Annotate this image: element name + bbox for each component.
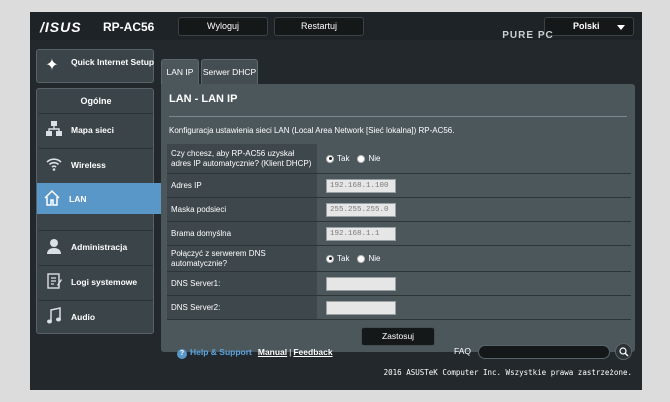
radio-dot — [357, 254, 366, 263]
copyright: 2016 ASUSTeK Computer Inc. Wszystkie pra… — [383, 368, 632, 377]
model-name: RP-AC56 — [103, 20, 155, 34]
wifi-icon — [45, 155, 63, 173]
dns2-input[interactable] — [326, 300, 396, 315]
title-divider — [169, 116, 627, 117]
footer-links: ? Help & Support Manual | Feedback — [177, 347, 333, 359]
language-value: Polski — [573, 21, 600, 31]
help-support-link[interactable]: Help & Support — [190, 347, 252, 357]
field-value — [317, 296, 631, 319]
radio-label: Tak — [337, 154, 350, 163]
form-row-gateway: Brama domyślna 192.168.1.1 — [167, 222, 631, 246]
radio-label: Tak — [337, 254, 350, 263]
sidebar-menu: Ogólne Mapa sieci Wireless LAN Administr… — [36, 88, 171, 334]
sidebar-item-system-log[interactable]: Logi systemowe — [39, 265, 153, 296]
field-label: Maska podsieci — [167, 198, 317, 221]
auto-ip-yes-radio[interactable]: Tak — [326, 154, 349, 163]
dns-auto-no-radio[interactable]: Nie — [357, 254, 380, 263]
purepc-watermark: PURE PC — [498, 30, 558, 64]
gateway-input[interactable]: 192.168.1.1 — [326, 226, 396, 241]
form-row-auto-ip: Czy chcesz, aby RP-AC56 uzyskał adres IP… — [167, 144, 631, 174]
search-icon — [619, 347, 629, 357]
log-icon — [45, 272, 63, 290]
faq-search-input[interactable] — [478, 345, 610, 359]
page-description: Konfiguracja ustawienia sieci LAN (Local… — [169, 126, 455, 135]
radio-dot — [326, 154, 334, 163]
page-title: LAN - LAN IP — [169, 93, 238, 105]
radio-dot — [357, 154, 366, 163]
apply-button[interactable]: Zastosuj — [361, 327, 435, 346]
network-map-icon — [45, 120, 63, 138]
dns-auto-yes-radio[interactable]: Tak — [326, 254, 349, 263]
quick-internet-setup-button[interactable]: ✦ Quick Internet Setup — [36, 49, 154, 83]
watermark-text: PURE PC — [502, 30, 554, 41]
field-label: Adres IP — [167, 174, 317, 197]
sidebar-section-title: Ogólne — [80, 96, 112, 106]
field-label: DNS Server1: — [167, 272, 317, 295]
field-value: 255.255.255.0 — [317, 198, 631, 221]
asus-logo: /ISUS — [40, 19, 82, 35]
router-admin-page: /ISUS RP-AC56 Wyloguj Restartuj Polski P… — [30, 12, 642, 390]
sidebar-item-lan[interactable]: LAN — [37, 183, 171, 214]
radio-dot — [326, 254, 334, 263]
field-label: Połączyć z serwerem DNS automatycznie? — [167, 246, 317, 271]
dns1-input[interactable] — [326, 276, 396, 291]
admin-user-icon — [45, 237, 63, 255]
form-row-dns1: DNS Server1: — [167, 272, 631, 296]
sidebar-item-label: Mapa sieci — [71, 125, 114, 135]
help-icon: ? — [177, 349, 187, 359]
ip-address-input[interactable]: 192.168.1.100 — [326, 178, 396, 193]
faq-label: FAQ — [454, 346, 472, 356]
form-row-ip-address: Adres IP 192.168.1.100 — [167, 174, 631, 198]
field-label: DNS Server2: — [167, 296, 317, 319]
sidebar-item-administration[interactable]: Administracja — [39, 230, 153, 261]
radio-label: Nie — [368, 254, 381, 263]
footer-separator: | — [289, 347, 292, 357]
sidebar-item-network-map[interactable]: Mapa sieci — [39, 113, 153, 144]
radio-label: Nie — [368, 154, 381, 163]
dns-auto-radio-group: Tak Nie — [317, 246, 631, 271]
form-row-dns-auto: Połączyć z serwerem DNS automatycznie? T… — [167, 246, 631, 272]
tab-lan-ip[interactable]: LAN IP — [161, 59, 199, 84]
form-row-dns2: DNS Server2: — [167, 296, 631, 320]
quick-setup-label: Quick Internet Setup — [71, 57, 155, 67]
field-label: Brama domyślna — [167, 222, 317, 245]
sidebar-item-label: Logi systemowe — [71, 277, 138, 287]
search-button[interactable] — [615, 343, 632, 360]
manual-link[interactable]: Manual — [258, 347, 287, 357]
form-row-subnet-mask: Maska podsieci 255.255.255.0 — [167, 198, 631, 222]
tab-dhcp-server[interactable]: Serwer DHCP — [201, 59, 258, 84]
restart-button[interactable]: Restartuj — [274, 17, 364, 36]
subnet-mask-input[interactable]: 255.255.255.0 — [326, 202, 396, 217]
lan-ip-panel: LAN - LAN IP Konfiguracja ustawienia sie… — [161, 84, 635, 352]
music-note-icon — [45, 307, 63, 325]
sidebar-item-audio[interactable]: Audio — [39, 300, 153, 331]
auto-ip-radio-group: Tak Nie — [317, 144, 631, 173]
sidebar-item-label: LAN — [69, 194, 87, 204]
logout-button[interactable]: Wyloguj — [178, 17, 268, 36]
auto-ip-no-radio[interactable]: Nie — [357, 154, 380, 163]
field-value — [317, 272, 631, 295]
field-value: 192.168.1.100 — [317, 174, 631, 197]
sidebar-item-label: Audio — [71, 312, 96, 322]
field-value: 192.168.1.1 — [317, 222, 631, 245]
magic-wand-icon: ✦ — [45, 57, 59, 74]
feedback-link[interactable]: Feedback — [293, 347, 332, 357]
chevron-down-icon — [617, 25, 625, 30]
home-icon — [43, 189, 61, 207]
field-label: Czy chcesz, aby RP-AC56 uzyskał adres IP… — [167, 144, 317, 173]
sidebar-item-label: Administracja — [71, 242, 128, 252]
sidebar-item-label: Wireless — [71, 160, 106, 170]
sidebar-item-wireless[interactable]: Wireless — [39, 148, 153, 179]
